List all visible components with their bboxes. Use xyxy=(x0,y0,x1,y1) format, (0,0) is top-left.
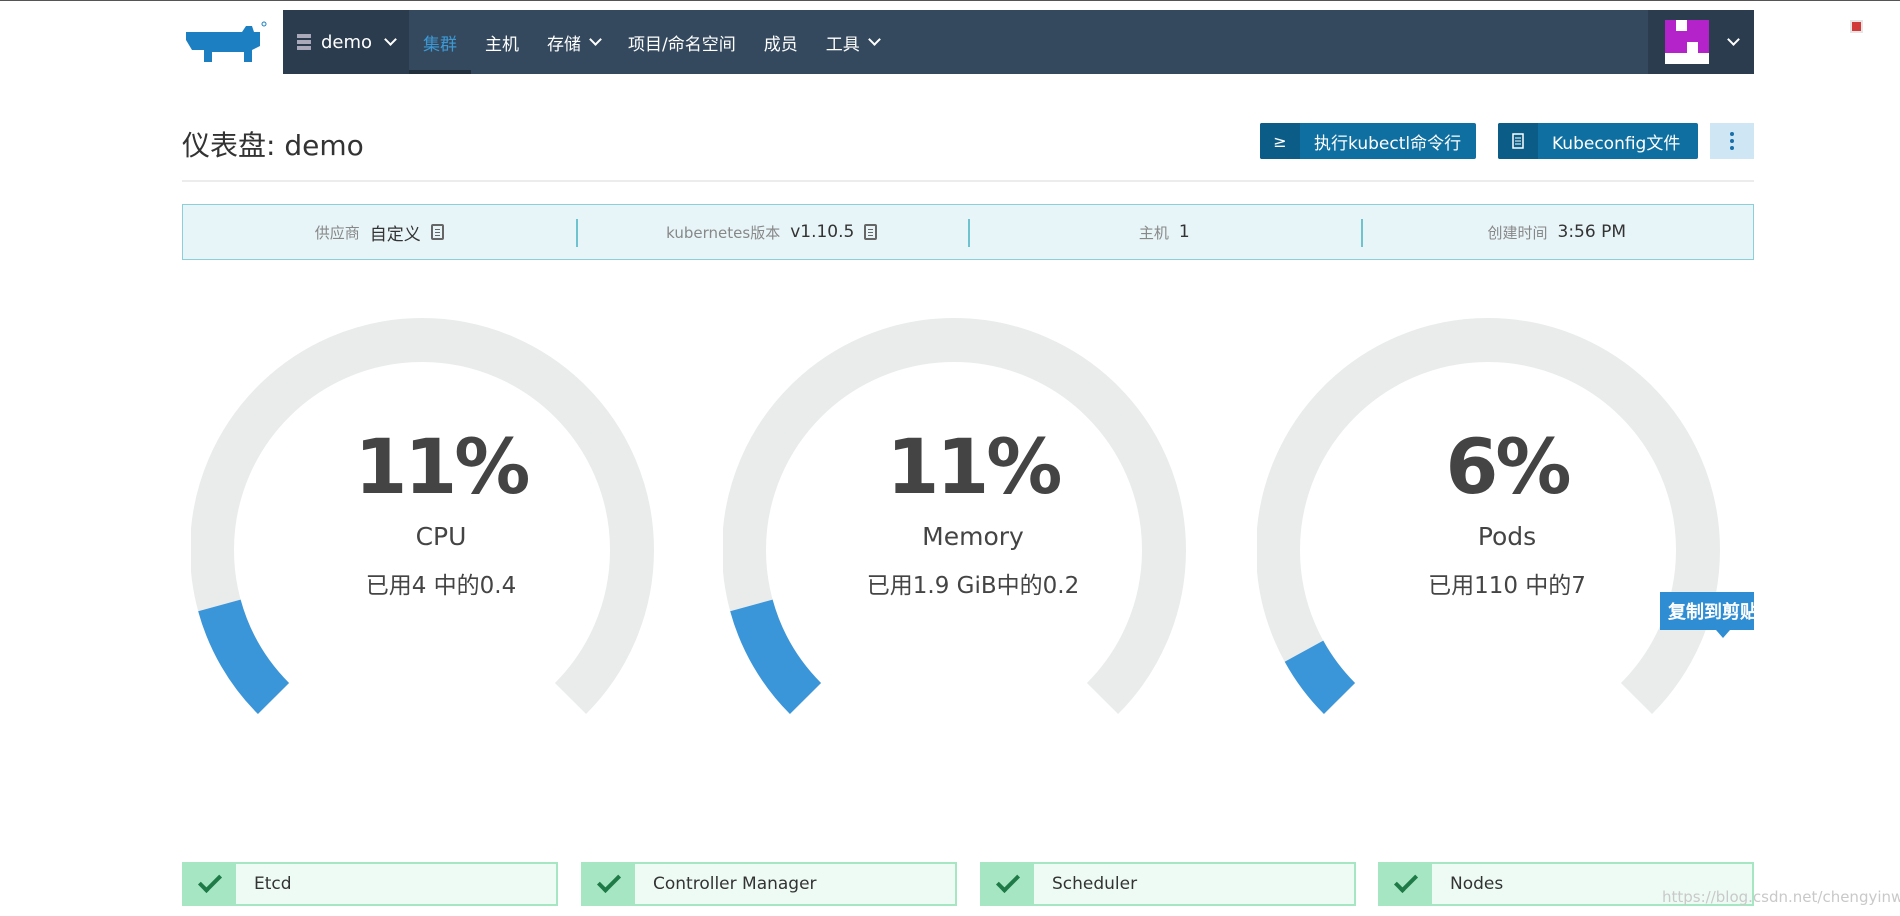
cluster-info-bar: 供应商 自定义 kubernetes版本 v1.10.5 主机 1 创建时间 3… xyxy=(182,204,1754,260)
top-navbar: demo 集群 主机 存储 项目/命名空间 成员 工具 xyxy=(283,10,1754,74)
memory-percent: 11% xyxy=(886,422,1063,511)
cluster-icon xyxy=(297,34,311,50)
k8s-version-label: kubernetes版本 xyxy=(666,223,781,242)
kubeconfig-button-label: Kubeconfig文件 xyxy=(1552,133,1681,154)
page-container: demo 集群 主机 存储 项目/命名空间 成员 工具 仪表盘: demo ≥ … xyxy=(182,0,1754,916)
rancher-logo-icon[interactable] xyxy=(182,20,268,64)
chevron-down-icon xyxy=(867,33,881,46)
status-etcd-label: Etcd xyxy=(254,874,292,894)
extension-icon[interactable] xyxy=(1850,20,1863,33)
title-divider xyxy=(182,180,1754,182)
nav-storage-label: 存储 xyxy=(547,34,581,55)
more-actions-icon[interactable] xyxy=(1710,123,1754,159)
cpu-percent: 11% xyxy=(354,422,531,511)
cpu-usage-detail: 已用4 中的0.4 xyxy=(365,573,517,599)
chevron-down-icon xyxy=(384,33,397,46)
chevron-down-icon xyxy=(589,33,602,46)
cluster-selector[interactable]: demo xyxy=(283,10,409,74)
status-etcd: Etcd xyxy=(182,862,558,906)
nav-projects-label: 项目/命名空间 xyxy=(628,34,736,55)
memory-usage-detail: 已用1.9 GiB中的0.2 xyxy=(866,573,1080,599)
nav-hosts-label: 主机 xyxy=(485,34,519,55)
hosts-value: 1 xyxy=(1178,222,1190,242)
provider-label: 供应商 xyxy=(314,223,360,242)
nav-members-label: 成员 xyxy=(763,34,798,55)
copy-icon[interactable] xyxy=(430,224,444,240)
terminal-icon: ≥ xyxy=(1260,123,1300,159)
kubectl-button-label: 执行kubectl命令行 xyxy=(1314,133,1462,154)
nav-projects[interactable]: 项目/命名空间 xyxy=(614,10,750,74)
created-info: 创建时间 3:56 PM xyxy=(1360,205,1754,259)
avatar[interactable] xyxy=(1664,20,1709,64)
check-icon xyxy=(184,864,236,904)
copy-tooltip: 复制到剪贴板 xyxy=(1660,592,1754,630)
provider-value: 自定义 xyxy=(369,224,421,245)
pods-gauge: 6% Pods 已用110 中的7 xyxy=(1257,300,1757,740)
copy-icon[interactable] xyxy=(864,224,878,240)
pods-percent: 6% xyxy=(1445,422,1571,511)
memory-gauge: 11% Memory 已用1.9 GiB中的0.2 xyxy=(723,300,1223,740)
nav-storage[interactable]: 存储 xyxy=(533,10,614,74)
chevron-down-icon xyxy=(1726,33,1740,46)
hosts-info: 主机 1 xyxy=(968,205,1361,259)
memory-label: Memory xyxy=(922,522,1024,551)
status-nodes-label: Nodes xyxy=(1450,874,1504,894)
cluster-name: demo xyxy=(320,31,373,53)
check-icon xyxy=(583,864,635,904)
k8s-version-value: v1.10.5 xyxy=(790,222,855,242)
created-value: 3:56 PM xyxy=(1557,222,1627,242)
nav-members[interactable]: 成员 xyxy=(750,10,812,74)
provider-info: 供应商 自定义 xyxy=(183,205,576,259)
nav-cluster[interactable]: 集群 xyxy=(409,10,471,74)
file-icon xyxy=(1498,123,1538,159)
cpu-gauge: 11% CPU 已用4 中的0.4 xyxy=(191,300,691,740)
hosts-label: 主机 xyxy=(1138,223,1169,242)
kubeconfig-button[interactable]: Kubeconfig文件 xyxy=(1498,123,1698,159)
pods-label: Pods xyxy=(1477,522,1537,551)
nav-tools-label: 工具 xyxy=(825,34,860,55)
page-title: 仪表盘: demo xyxy=(182,129,364,162)
check-icon xyxy=(982,864,1034,904)
cpu-label: CPU xyxy=(415,522,467,551)
nav-tools[interactable]: 工具 xyxy=(812,10,893,74)
status-scheduler: Scheduler xyxy=(980,862,1356,906)
user-menu[interactable] xyxy=(1648,10,1754,74)
cpu-gauge-arc xyxy=(191,318,654,715)
status-controller-manager-label: Controller Manager xyxy=(653,874,817,894)
check-icon xyxy=(1380,864,1432,904)
pods-gauge-arc xyxy=(1257,318,1720,715)
tooltip-arrow xyxy=(1716,630,1730,638)
nav-hosts[interactable]: 主机 xyxy=(471,10,533,74)
watermark: https://blog.csdn.net/chengyinwu xyxy=(1662,888,1900,906)
status-controller-manager: Controller Manager xyxy=(581,862,957,906)
k8s-version-info: kubernetes版本 v1.10.5 xyxy=(575,205,969,259)
created-label: 创建时间 xyxy=(1487,223,1548,242)
nav-cluster-label: 集群 xyxy=(423,34,457,55)
memory-gauge-arc xyxy=(723,318,1186,715)
kubectl-shell-button[interactable]: ≥ 执行kubectl命令行 xyxy=(1260,123,1476,159)
status-scheduler-label: Scheduler xyxy=(1052,874,1138,894)
